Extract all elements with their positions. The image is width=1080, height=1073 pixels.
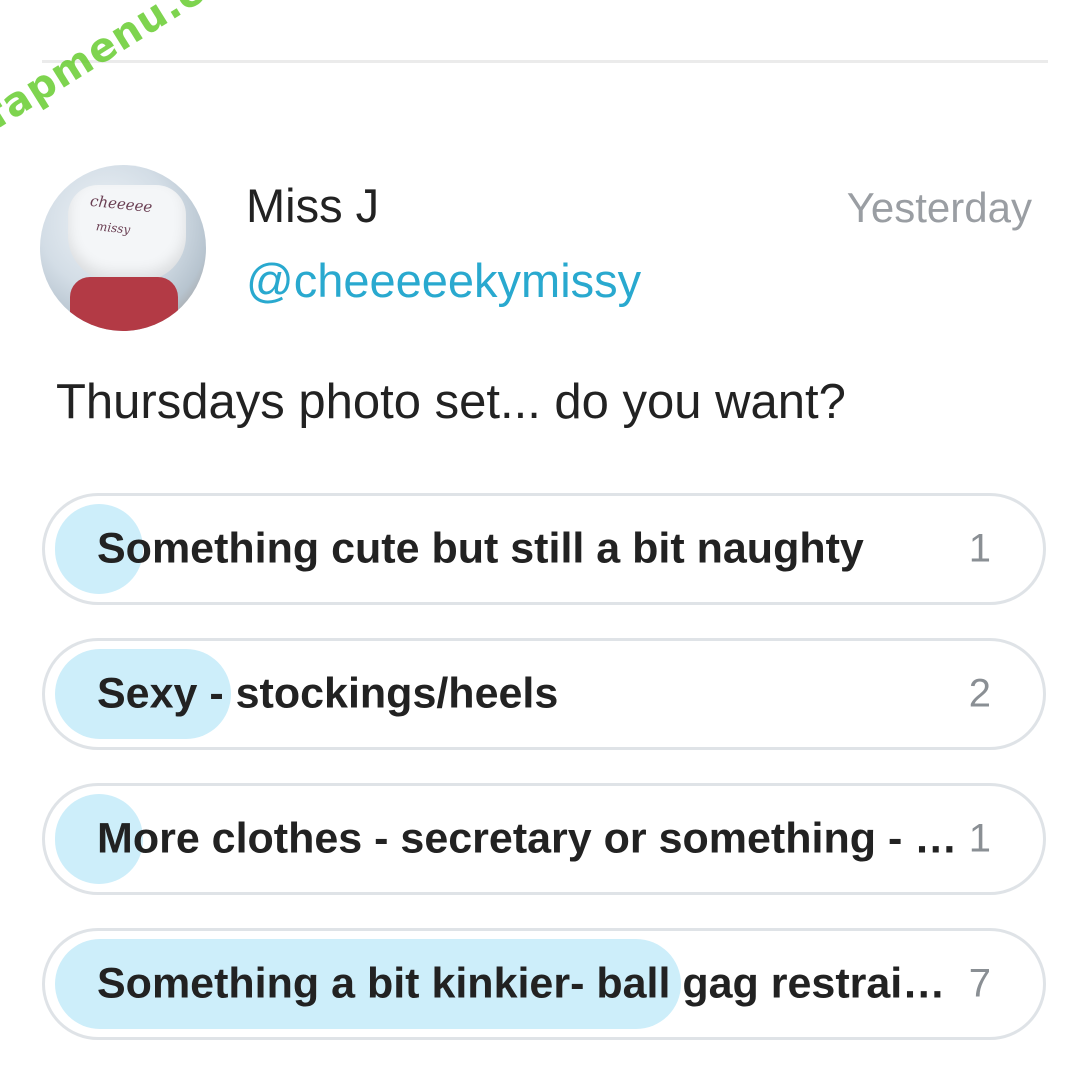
author-name[interactable]: Miss J xyxy=(246,178,379,233)
poll-option-count: 1 xyxy=(968,526,991,571)
poll-option-count: 1 xyxy=(968,816,991,861)
poll-option-label: Sexy - stockings/heels xyxy=(97,669,559,718)
poll-options: Something cute but still a bit naughty 1… xyxy=(42,493,1046,1073)
avatar[interactable]: cheeeee missy xyxy=(40,165,206,331)
post-text: Thursdays photo set... do you want? xyxy=(56,375,846,429)
poll-option[interactable]: Something a bit kinkier- ball gag restra… xyxy=(42,928,1046,1040)
poll-option-label: More clothes - secretary or something - … xyxy=(97,814,965,863)
post-timestamp: Yesterday xyxy=(846,184,1032,231)
watermark-text: fapmenu.com xyxy=(0,0,272,138)
top-divider xyxy=(42,60,1048,63)
avatar-image-shape-red xyxy=(70,277,178,331)
poll-option-label: Something a bit kinkier- ball gag restra… xyxy=(97,959,965,1008)
poll-option-count: 7 xyxy=(968,961,991,1006)
poll-option-count: 2 xyxy=(968,671,991,716)
author-handle[interactable]: @cheeeeekymissy xyxy=(246,253,641,308)
poll-option[interactable]: More clothes - secretary or something - … xyxy=(42,783,1046,895)
poll-option[interactable]: Something cute but still a bit naughty 1 xyxy=(42,493,1046,605)
poll-option-label: Something cute but still a bit naughty xyxy=(97,524,864,573)
poll-option[interactable]: Sexy - stockings/heels 2 xyxy=(42,638,1046,750)
